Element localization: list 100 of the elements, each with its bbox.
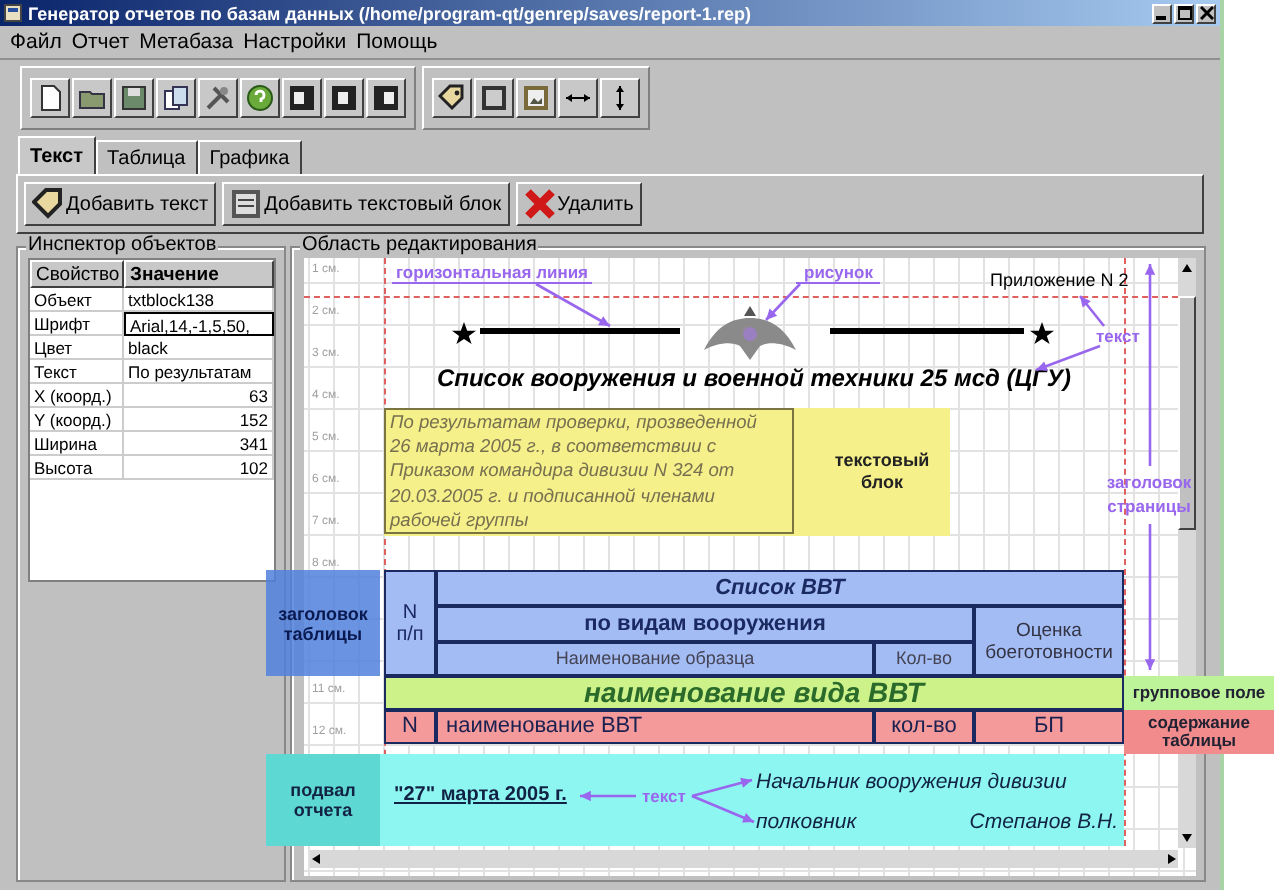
property-value[interactable]: По результатам <box>124 360 274 384</box>
table-cell: наименование ВВТ <box>436 710 874 744</box>
pointer-arrow <box>1035 344 1101 372</box>
horizontal-scrollbar[interactable] <box>310 850 1178 868</box>
maximize-icon <box>1177 6 1191 20</box>
open-folder-button[interactable] <box>72 78 112 118</box>
menu-item[interactable]: Помощь <box>356 30 438 54</box>
text-block-annotation: текстовый блок <box>832 450 932 494</box>
table-title: Список ВВТ <box>436 570 1124 606</box>
pointer-arrow <box>691 777 753 798</box>
save-button[interactable] <box>114 78 154 118</box>
table-header-annotation: заголовок таблицы <box>266 570 380 676</box>
window-title: Генератор отчетов по базам данных (/home/program-qt/genrep/saves/report-1.rep) <box>28 3 753 23</box>
group-field-annotation: групповое поле <box>1124 676 1274 710</box>
delete-button[interactable]: Удалить <box>515 182 642 226</box>
delete-icon <box>523 188 556 220</box>
pointer-arrow <box>580 790 636 802</box>
align-left-button[interactable] <box>282 78 322 118</box>
new-document-icon <box>36 84 64 112</box>
close-icon <box>1199 6 1213 20</box>
property-value[interactable]: black <box>124 336 274 360</box>
tab[interactable]: Графика <box>197 140 302 174</box>
table-header-cell: Кол-во <box>874 642 974 676</box>
horizontal-line-annotation: горизонтальная линия <box>392 262 593 284</box>
eagle-emblem-drawing <box>704 306 796 360</box>
tab[interactable]: Текст <box>18 136 96 174</box>
property-name: Y (коорд.) <box>30 408 124 432</box>
app-icon <box>4 4 22 22</box>
column-header[interactable]: Свойство <box>30 260 124 288</box>
pointer-arrow <box>535 282 611 328</box>
property-value[interactable]: 102 <box>124 456 274 480</box>
report-footer-annotation: подвал отчета <box>266 754 380 846</box>
picture-annotation: рисунок <box>796 262 881 284</box>
property-name: Текст <box>30 360 124 384</box>
signature-name: Степанов В.Н. <box>969 810 1118 834</box>
property-name: Высота <box>30 456 124 480</box>
text-annotation: текст <box>642 786 686 806</box>
property-value[interactable]: Arial,14,-1,5,50, <box>124 312 274 336</box>
tools-icon <box>204 84 232 112</box>
copy-button[interactable] <box>156 78 196 118</box>
menu-item[interactable]: Настройки <box>243 30 347 54</box>
minimize-button[interactable] <box>1152 3 1172 23</box>
new-document-button[interactable] <box>30 78 70 118</box>
close-button[interactable] <box>1196 3 1216 23</box>
text-block[interactable]: По результатам проверки, прозведенной 26 марта 2005 г., в соответствии с Приказом командира дивизии N 324 от 20.03.2005 г. и подписанной членами рабочей группы <box>384 408 794 534</box>
date-text: "27" марта 2005 г. <box>394 784 567 806</box>
align-right-button[interactable] <box>366 78 406 118</box>
property-name: X (коорд.) <box>30 384 124 408</box>
horizontal-resize-button[interactable] <box>558 78 598 118</box>
appendix-text: Приложение N 2 <box>990 270 1129 290</box>
tag-button[interactable] <box>432 78 472 118</box>
pointer-arrow <box>765 283 801 321</box>
table-cell: N <box>384 710 436 744</box>
menu-item[interactable]: Файл <box>10 30 62 54</box>
align-center-button[interactable] <box>324 78 364 118</box>
panel-title: Область редактирования <box>300 234 539 258</box>
property-value[interactable]: txtblock138 <box>124 288 274 312</box>
table-cell: кол-во <box>874 710 974 744</box>
image-button[interactable] <box>516 78 556 118</box>
property-value[interactable]: 341 <box>124 432 274 456</box>
page-header-annotation: заголовок страницы <box>1104 470 1194 518</box>
star-icon <box>452 322 476 344</box>
property-value[interactable]: 152 <box>124 408 274 432</box>
scroll-right-icon <box>1164 852 1178 866</box>
group-row: наименование вида ВВТ <box>384 676 1124 710</box>
table-header-cell: Наименование образца <box>436 642 874 676</box>
text-block-button[interactable] <box>474 78 514 118</box>
panel-title: Инспектор объектов <box>26 234 219 258</box>
image-icon <box>522 84 550 112</box>
tag-icon <box>438 84 466 112</box>
text-annotation: текст <box>1096 326 1140 346</box>
vertical-resize-button[interactable] <box>600 78 640 118</box>
maximize-button[interactable] <box>1174 3 1194 23</box>
add-text-button[interactable]: Добавить текст <box>24 182 217 226</box>
help-button[interactable] <box>240 78 280 118</box>
table-header-cell: Оценка боеготовности <box>974 606 1124 676</box>
pointer-arrow <box>691 794 755 824</box>
menu-item[interactable]: Метабаза <box>139 30 234 54</box>
property-name: Цвет <box>30 336 124 360</box>
table-cell: БП <box>974 710 1124 744</box>
position-text: Начальник вооружения дивизии <box>756 770 1067 794</box>
table-header-cell: N п/п <box>384 570 436 676</box>
column-header[interactable]: Значение <box>124 260 274 288</box>
tools-button[interactable] <box>198 78 238 118</box>
copy-icon <box>162 84 190 112</box>
add-block-button[interactable]: Добавить текстовый блок <box>222 182 510 226</box>
report-heading: Список вооружения и военной техники 25 мсд (ЦГУ) <box>434 364 1074 392</box>
pointer-arrow <box>1079 295 1105 327</box>
property-name: Ширина <box>30 432 124 456</box>
help-icon <box>246 84 274 112</box>
table-header-cell: по видам вооружения <box>436 606 974 642</box>
property-name: Шрифт <box>30 312 124 336</box>
table-body-annotation: содержание таблицы <box>1124 710 1274 754</box>
star-icon <box>1030 322 1054 344</box>
scroll-up-icon <box>1180 262 1194 276</box>
tab[interactable]: Таблица <box>95 140 198 174</box>
menu-item[interactable]: Отчет <box>71 30 130 54</box>
scroll-left-icon <box>310 852 324 866</box>
property-value[interactable]: 63 <box>124 384 274 408</box>
scroll-down-icon <box>1180 830 1194 844</box>
